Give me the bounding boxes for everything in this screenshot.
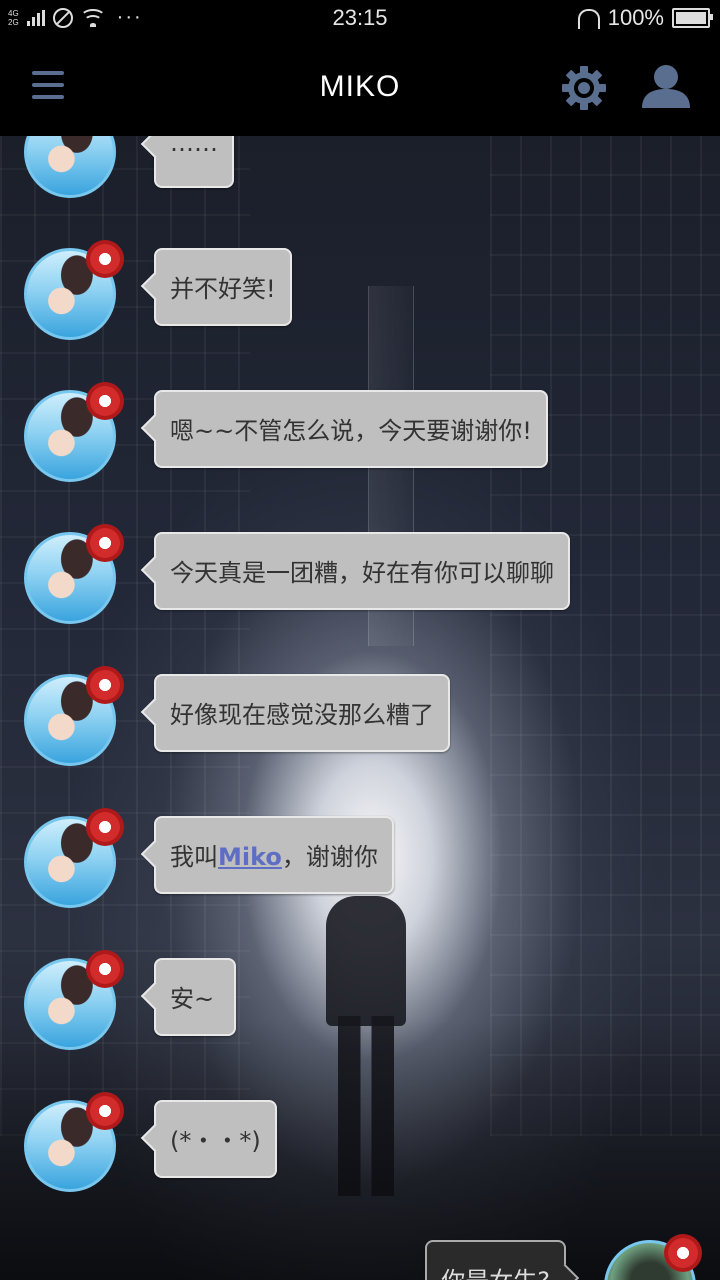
cake-decoration-icon <box>86 382 124 420</box>
message-bubble[interactable]: 安~ <box>154 958 236 1036</box>
message-text: 我叫 <box>170 843 218 871</box>
cake-decoration-icon <box>86 950 124 988</box>
app-bar: MIKO <box>0 36 720 136</box>
cake-decoration-icon <box>86 240 124 278</box>
user-message-bubble[interactable]: 你是女生? <box>425 1240 566 1280</box>
battery-percent: 100% <box>607 5 664 30</box>
message-bubble[interactable]: 我叫Miko，谢谢你 <box>154 816 394 894</box>
cake-decoration-icon <box>86 808 124 846</box>
cake-decoration-icon <box>664 1234 702 1272</box>
status-bar: 4G 2G ··· 23:15 100% <box>0 0 720 36</box>
cake-decoration-icon <box>86 666 124 704</box>
cake-decoration-icon <box>86 524 124 562</box>
character-name-link[interactable]: Miko <box>218 843 282 871</box>
headset-icon <box>577 9 600 29</box>
gear-icon[interactable] <box>560 64 608 112</box>
battery-icon <box>672 8 713 28</box>
message-bubble[interactable]: 今天真是一团糟，好在有你可以聊聊 <box>154 532 570 610</box>
miko-avatar[interactable] <box>24 136 116 198</box>
message-bubble[interactable]: 并不好笑! <box>154 248 292 326</box>
user-icon[interactable] <box>640 64 692 110</box>
message-bubble[interactable]: …… <box>154 136 234 188</box>
cake-decoration-icon <box>86 1092 124 1130</box>
chat-list[interactable]: …… 并不好笑! 嗯~~不管怎么说，今天要谢谢你! 今天真是一团糟，好在有你可以… <box>0 136 720 1280</box>
status-right: 100% <box>577 5 713 31</box>
message-bubble[interactable]: (*・・*) <box>154 1100 277 1178</box>
message-bubble[interactable]: 好像现在感觉没那么糟了 <box>154 674 450 752</box>
message-bubble[interactable]: 嗯~~不管怎么说，今天要谢谢你! <box>154 390 548 468</box>
message-text: ，谢谢你 <box>281 843 378 871</box>
page-title: MIKO <box>319 70 401 103</box>
